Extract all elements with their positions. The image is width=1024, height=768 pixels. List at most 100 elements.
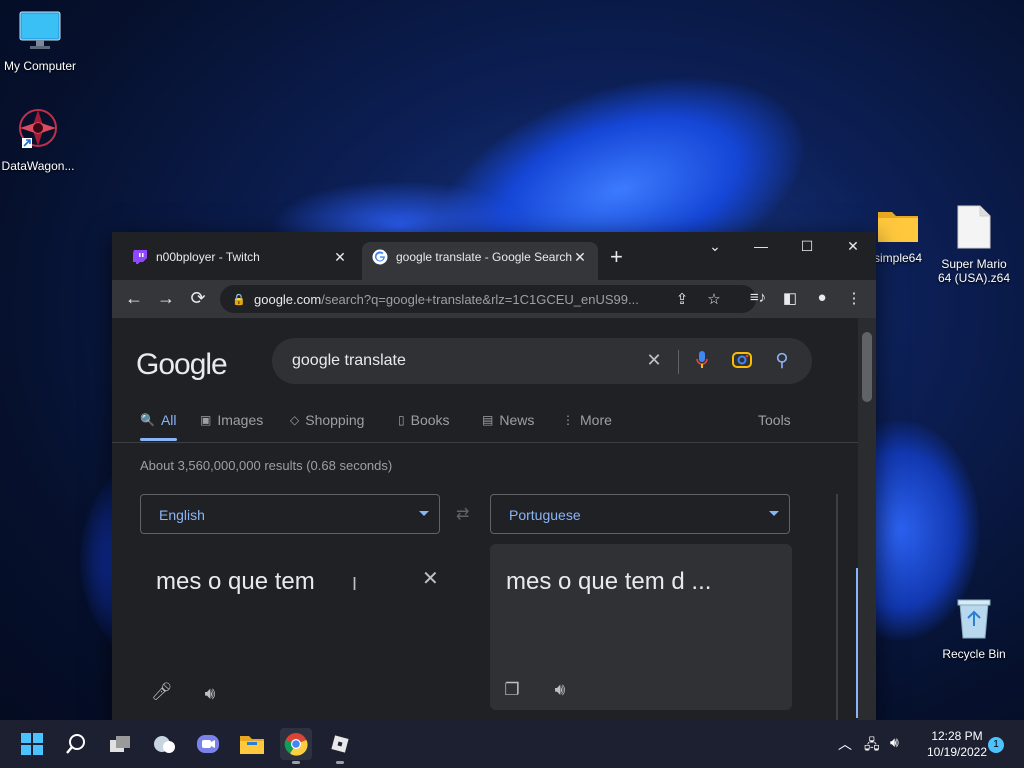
copy-icon[interactable]: ❐ [500,680,524,700]
network-icon[interactable]: 🖧︎ [864,734,880,758]
profile-icon[interactable]: ● [812,289,832,306]
desktop-icon-label: DataWagon... [1,159,75,173]
google-logo[interactable]: Google [136,348,228,382]
windows-logo-icon [21,733,43,755]
nav-divider [112,442,858,443]
running-indicator [336,761,344,764]
lock-icon: 🔒 [232,293,246,306]
desktop-icon-my-computer[interactable]: My Computer [0,10,80,73]
search-icon: 🔍 [140,413,155,427]
browser-window: n00bployer - Twitch ✕ google translate -… [112,232,876,720]
swap-languages-icon[interactable]: ⇄ [456,504,469,524]
volume-icon[interactable]: 🔊︎ [890,734,899,751]
desktop-icon-recycle-bin[interactable]: Recycle Bin [934,596,1014,661]
tab-twitch[interactable]: n00bployer - Twitch ✕ [122,242,358,272]
lens-camera-icon[interactable] [730,350,754,373]
desktop-icon-datawagon[interactable]: DataWagon... [0,106,78,173]
menu-kebab-icon[interactable]: ⋮ [844,289,864,307]
taskbar: ︿ 🖧︎ 🔊︎ 12:28 PM 10/19/2022 1 [0,720,1024,768]
voice-search-icon[interactable] [690,350,714,375]
tag-icon: ◇ [290,413,300,427]
side-panel-icon[interactable]: ◧ [780,289,800,307]
tab-title: n00bployer - Twitch [156,250,260,264]
tab-close-button[interactable]: ✕ [332,249,348,266]
search-taskbar-button[interactable] [60,728,92,760]
close-window-button[interactable]: ✕ [838,238,868,255]
page-scrollbar[interactable] [858,318,876,720]
tab-label: More [580,412,612,428]
tab-close-button[interactable]: ✕ [572,249,588,266]
roblox-taskbar-button[interactable] [324,728,356,764]
target-language-label: Portuguese [509,507,581,523]
address-url: google.com/search?q=google+translate&rlz… [254,292,674,307]
share-icon[interactable]: ⇪ [672,290,692,308]
tab-google-search[interactable]: google translate - Google Search ✕ [362,242,598,280]
dropdown-caret-icon [769,511,779,516]
listen-speaker-icon[interactable]: 🔊︎ [548,680,572,700]
tab-title: google translate - Google Search [396,250,572,264]
text-cursor-icon: I [352,574,358,594]
source-language-select[interactable]: English [140,494,440,534]
desktop-icon-super-mario[interactable]: Super Mario 64 (USA).z64 [934,204,1014,285]
datawagon-icon [19,109,57,148]
search-divider [678,350,679,374]
clear-source-button[interactable]: ✕ [422,566,439,591]
tab-label: News [499,412,535,428]
target-language-select[interactable]: Portuguese [490,494,790,534]
tab-shopping[interactable]: ◇ Shopping [290,412,364,428]
search-box[interactable]: google translate ✕ ⚲ [272,338,812,384]
title-bar: n00bployer - Twitch ✕ google translate -… [112,232,876,280]
dropdown-caret-icon [419,511,429,516]
tab-all[interactable]: 🔍 All [140,412,177,441]
tab-news[interactable]: ▤ News [482,412,534,428]
clear-search-icon[interactable]: ✕ [642,350,666,371]
back-button[interactable]: ← [122,288,146,309]
file-explorer-button[interactable] [236,728,268,760]
tab-images[interactable]: ▣ Images [200,412,263,428]
roblox-icon [331,735,349,753]
desktop-icon-label: Recycle Bin [942,647,1006,661]
source-text[interactable]: mes o que tem [156,568,315,596]
search-query[interactable]: google translate [292,352,406,370]
tab-more[interactable]: ⋮ More [562,412,612,428]
maximize-button[interactable]: ☐ [792,238,822,255]
forward-button[interactable]: → [154,288,178,309]
search-icon [66,734,85,754]
show-hidden-icons-chevron-icon[interactable]: ︿ [838,734,852,754]
new-tab-button[interactable]: + [610,244,623,270]
folder-icon [878,212,918,242]
task-view-icon [110,736,130,752]
minimize-button[interactable]: — [746,238,776,254]
clock[interactable]: 12:28 PM 10/19/2022 [916,728,998,760]
tab-label: Books [410,412,450,428]
chrome-icon [284,733,308,756]
news-icon: ▤ [482,413,494,427]
start-button[interactable] [16,728,48,760]
tab-books[interactable]: ▯ Books [398,412,450,428]
media-controls-icon[interactable]: ≡♪ [748,289,768,306]
widgets-button[interactable] [148,728,180,760]
bookmark-star-icon[interactable]: ☆ [704,290,724,308]
source-text-pane[interactable]: mes o que tem I ✕ 🎤︎ 🔊︎ [140,544,440,714]
desktop-icon-label: My Computer [3,59,77,73]
page-content: Google google translate ✕ ⚲ 🔍 All ▣ Images… [112,318,858,720]
chat-camera-icon [197,735,219,753]
notification-badge[interactable]: 1 [988,737,1004,753]
search-icon[interactable]: ⚲ [770,350,794,371]
scrollbar-thumb[interactable] [862,332,872,402]
microphone-icon[interactable]: 🎤︎ [150,682,174,702]
desktop-icon-label: Super Mario 64 (USA).z64 [937,257,1011,285]
tab-label: Shopping [305,412,365,428]
translated-text: mes o que tem d ... [506,568,712,595]
weather-cloud-icon [154,736,175,753]
tab-search-button[interactable]: ⌄ [700,238,730,255]
running-indicator [292,761,300,764]
address-bar[interactable]: 🔒 google.com/search?q=google+translate&r… [220,285,756,313]
tools-button[interactable]: Tools [758,412,791,428]
teams-chat-button[interactable] [192,728,224,760]
task-view-button[interactable] [104,728,136,760]
reload-button[interactable]: ⟳ [186,288,210,309]
listen-speaker-icon[interactable]: 🔊︎ [198,684,222,704]
chrome-taskbar-button[interactable] [280,728,312,764]
book-icon: ▯ [398,413,405,427]
